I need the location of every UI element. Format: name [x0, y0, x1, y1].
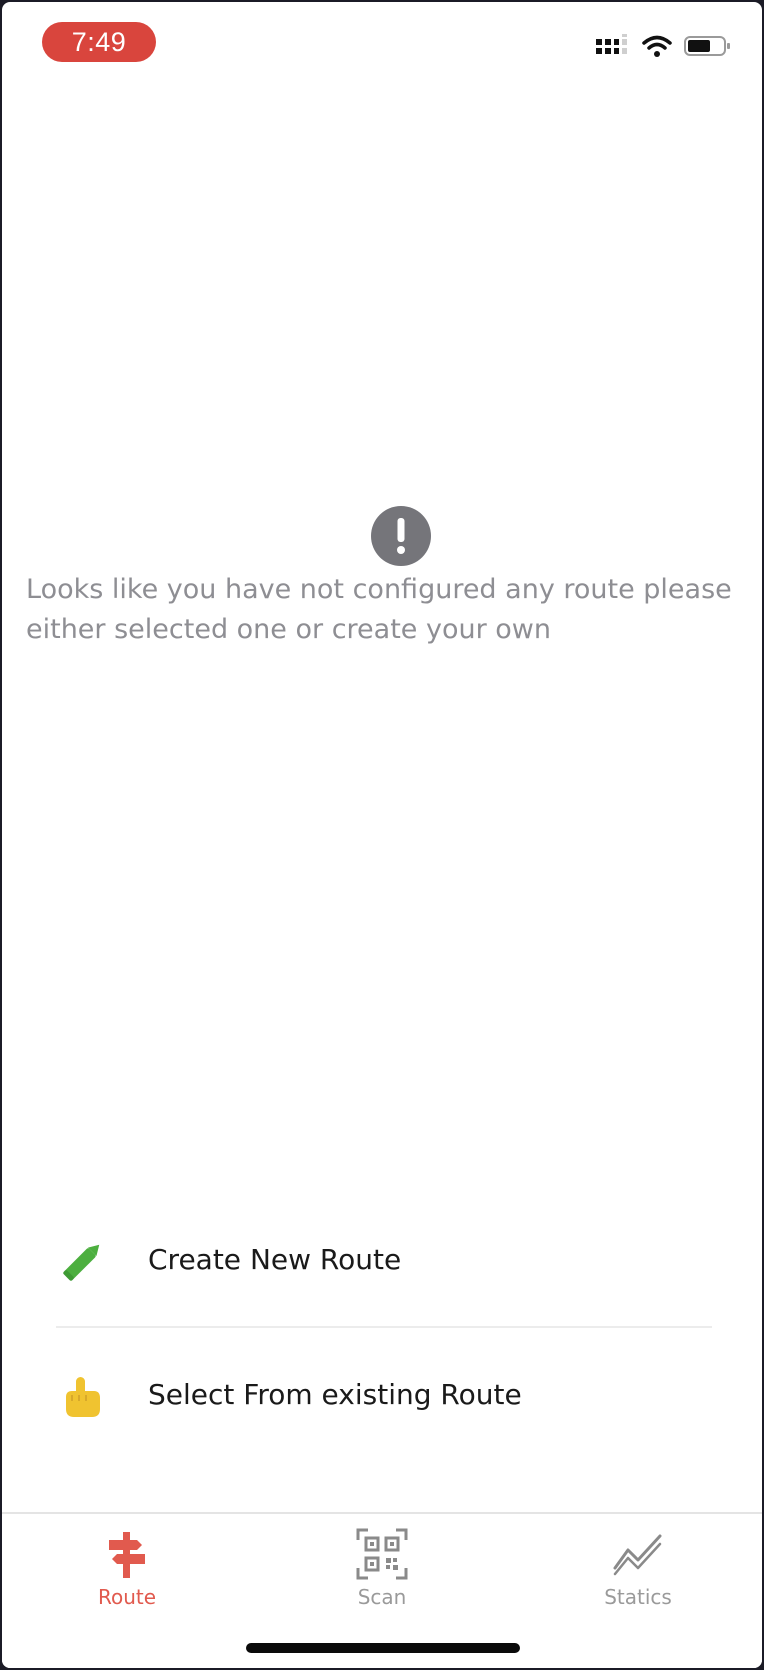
- status-time: 7:49: [42, 22, 156, 62]
- pencil-icon: [58, 1236, 108, 1286]
- status-icons: [596, 32, 732, 62]
- tab-statics-label: Statics: [604, 1585, 672, 1609]
- wifi-icon: [642, 34, 672, 62]
- pointing-hand-icon: [58, 1371, 108, 1421]
- tab-route[interactable]: Route: [47, 1514, 207, 1624]
- tab-scan-label: Scan: [357, 1585, 407, 1609]
- signpost-icon: [101, 1528, 153, 1580]
- empty-state-message: Looks like you have not configured any r…: [26, 574, 732, 645]
- tab-route-label: Route: [97, 1585, 157, 1609]
- qr-code-icon: [356, 1528, 408, 1580]
- exclamation-circle-icon: [370, 505, 432, 567]
- home-indicator: [246, 1643, 520, 1653]
- tab-scan[interactable]: Scan: [302, 1514, 462, 1624]
- line-chart-icon: [612, 1528, 664, 1580]
- create-new-route-button[interactable]: Create New Route: [2, 1212, 762, 1312]
- create-new-route-label: Create New Route: [148, 1243, 402, 1276]
- device-frame: 7:49 Looks like you have not configured …: [0, 0, 764, 1670]
- signal-icon: [596, 32, 630, 62]
- app-screen: 7:49 Looks like you have not configured …: [2, 2, 762, 1668]
- select-existing-route-button[interactable]: Select From existing Route: [2, 1347, 762, 1447]
- select-existing-route-label: Select From existing Route: [148, 1378, 522, 1411]
- divider: [56, 1326, 712, 1328]
- tab-statics[interactable]: Statics: [558, 1514, 718, 1624]
- battery-icon: [684, 34, 732, 62]
